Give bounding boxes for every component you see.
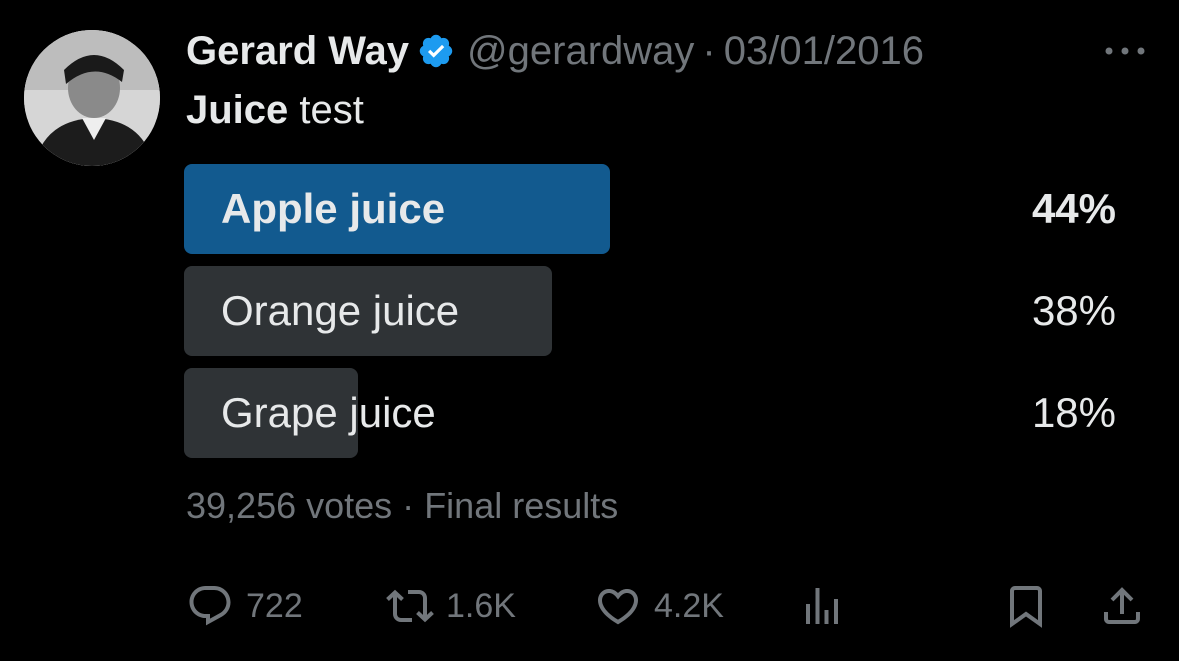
poll-option: Orange juice 38% bbox=[184, 266, 1116, 356]
bookmark-icon bbox=[1010, 586, 1042, 628]
heart-icon bbox=[597, 589, 639, 625]
share-icon bbox=[1104, 587, 1140, 624]
retweet-button[interactable]: 1.6K bbox=[386, 580, 516, 632]
poll-option-percent: 44% bbox=[1031, 185, 1116, 232]
bookmark-button[interactable] bbox=[1002, 580, 1050, 632]
retweet-count: 1.6K bbox=[446, 586, 516, 625]
poll-option-label: Orange juice bbox=[221, 287, 460, 334]
avatar[interactable] bbox=[24, 30, 160, 166]
poll-option-label: Grape juice bbox=[221, 389, 436, 436]
poll-option-percent: 38% bbox=[1031, 287, 1116, 334]
more-options-icon[interactable] bbox=[1100, 36, 1150, 66]
tweet-text: Juice test bbox=[186, 86, 364, 134]
tweet-text-rest: test bbox=[288, 88, 364, 132]
poll-option: Apple juice 44% bbox=[184, 164, 1116, 254]
author-handle[interactable]: @gerardway bbox=[467, 28, 694, 74]
reply-count: 722 bbox=[246, 586, 303, 625]
views-button[interactable] bbox=[798, 580, 846, 632]
poll-status: Final results bbox=[424, 485, 619, 526]
like-button[interactable]: 4.2K bbox=[594, 580, 724, 632]
analytics-icon bbox=[806, 588, 838, 624]
reply-button[interactable]: 722 bbox=[186, 580, 303, 632]
share-button[interactable] bbox=[1098, 580, 1146, 632]
poll-option-percent: 18% bbox=[1031, 389, 1116, 436]
poll: Apple juice 44% Orange juice 38% Grape j… bbox=[184, 164, 1116, 470]
poll-votes: 39,256 votes bbox=[186, 485, 393, 526]
poll-option-label: Apple juice bbox=[221, 185, 446, 232]
tweet-text-bold: Juice bbox=[186, 88, 289, 132]
action-bar: 722 1.6K 4.2K bbox=[186, 580, 1146, 632]
header-separator: · bbox=[702, 29, 716, 73]
poll-option: Grape juice 18% bbox=[184, 368, 1116, 458]
poll-meta: 39,256 votes · Final results bbox=[186, 484, 618, 528]
like-count: 4.2K bbox=[654, 586, 724, 625]
retweet-icon bbox=[386, 589, 434, 623]
reply-icon bbox=[189, 586, 231, 626]
author-name[interactable]: Gerard Way bbox=[186, 28, 409, 74]
avatar-image bbox=[24, 30, 160, 166]
poll-meta-separator: · bbox=[402, 485, 415, 526]
tweet-date[interactable]: 03/01/2016 bbox=[724, 28, 924, 74]
tweet-header: Gerard Way @gerardway · 03/01/2016 bbox=[186, 28, 924, 74]
verified-badge-icon bbox=[419, 34, 453, 68]
